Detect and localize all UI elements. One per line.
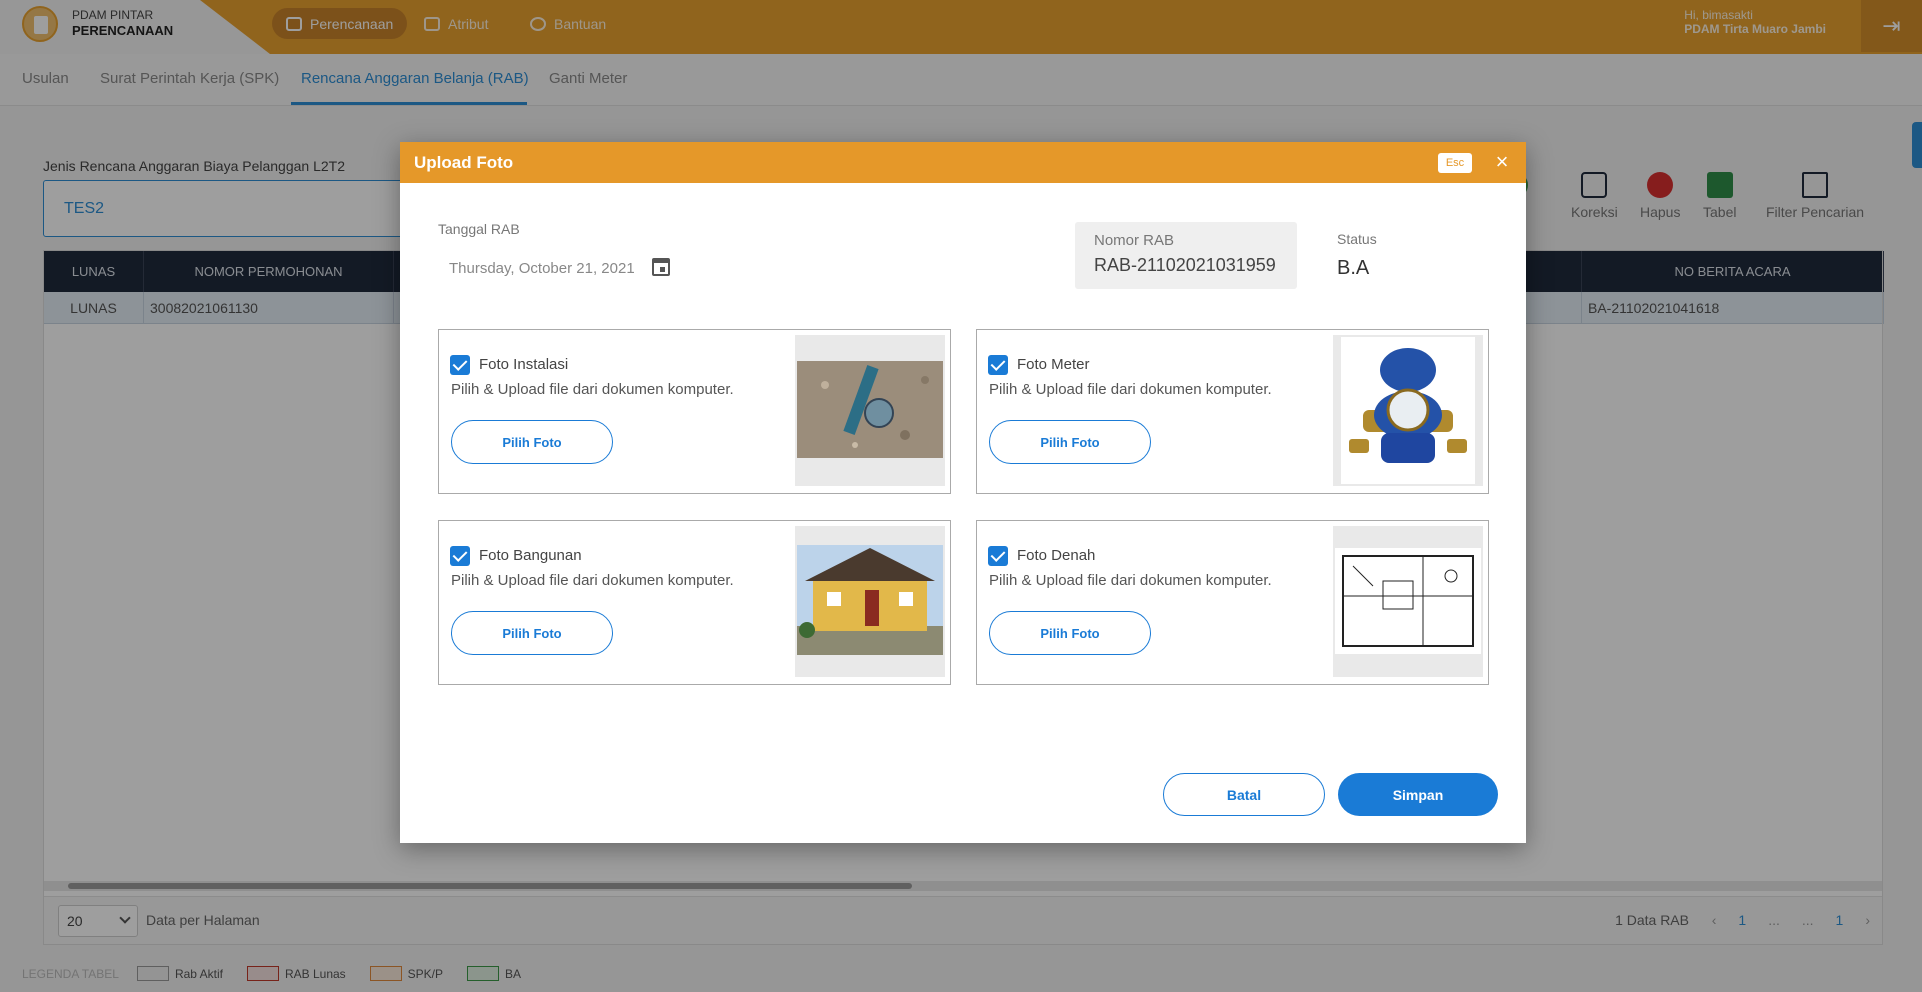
tanggal-rab-field[interactable]: Thursday, October 21, 2021 — [449, 260, 635, 277]
esc-hint: Esc — [1438, 153, 1472, 173]
upload-foto-dialog: Upload Foto Esc × Tanggal RAB Thursday, … — [400, 142, 1526, 843]
dialog-title: Upload Foto — [414, 153, 514, 172]
nomor-rab-box: Nomor RAB RAB-21102021031959 — [1075, 222, 1297, 289]
foto-denah-title: Foto Denah — [1017, 547, 1096, 564]
foto-meter-checkbox[interactable] — [988, 355, 1008, 375]
calendar-icon[interactable] — [652, 258, 670, 276]
status-label: Status — [1337, 231, 1377, 247]
foto-denah-card: Foto Denah Pilih & Upload file dari doku… — [976, 520, 1489, 685]
nomor-rab-label: Nomor RAB — [1094, 232, 1175, 249]
foto-instalasi-thumbnail — [795, 335, 945, 486]
foto-denah-thumbnail — [1333, 526, 1483, 677]
foto-instalasi-card: Foto Instalasi Pilih & Upload file dari … — [438, 329, 951, 494]
dialog-header: Upload Foto Esc × — [400, 142, 1526, 183]
foto-bangunan-desc: Pilih & Upload file dari dokumen kompute… — [451, 572, 734, 589]
foto-instalasi-checkbox[interactable] — [450, 355, 470, 375]
foto-bangunan-title: Foto Bangunan — [479, 547, 582, 564]
close-icon: × — [1495, 149, 1509, 174]
foto-denah-checkbox[interactable] — [988, 546, 1008, 566]
foto-meter-desc: Pilih & Upload file dari dokumen kompute… — [989, 381, 1272, 398]
tanggal-rab-label: Tanggal RAB — [438, 221, 520, 237]
pilih-foto-meter-button[interactable]: Pilih Foto — [989, 420, 1151, 464]
status-value: B.A — [1337, 257, 1370, 279]
foto-meter-card: Foto Meter Pilih & Upload file dari doku… — [976, 329, 1489, 494]
close-button[interactable]: × — [1490, 150, 1514, 174]
foto-meter-thumbnail — [1333, 335, 1483, 486]
pilih-foto-denah-button[interactable]: Pilih Foto — [989, 611, 1151, 655]
foto-instalasi-desc: Pilih & Upload file dari dokumen kompute… — [451, 381, 734, 398]
simpan-button[interactable]: Simpan — [1338, 773, 1498, 816]
foto-bangunan-checkbox[interactable] — [450, 546, 470, 566]
foto-bangunan-thumbnail — [795, 526, 945, 677]
foto-instalasi-title: Foto Instalasi — [479, 356, 569, 373]
nomor-rab-value: RAB-21102021031959 — [1094, 255, 1276, 275]
pilih-foto-bangunan-button[interactable]: Pilih Foto — [451, 611, 613, 655]
batal-button[interactable]: Batal — [1163, 773, 1325, 816]
foto-bangunan-card: Foto Bangunan Pilih & Upload file dari d… — [438, 520, 951, 685]
pilih-foto-instalasi-button[interactable]: Pilih Foto — [451, 420, 613, 464]
foto-denah-desc: Pilih & Upload file dari dokumen kompute… — [989, 572, 1272, 589]
foto-meter-title: Foto Meter — [1017, 356, 1090, 373]
